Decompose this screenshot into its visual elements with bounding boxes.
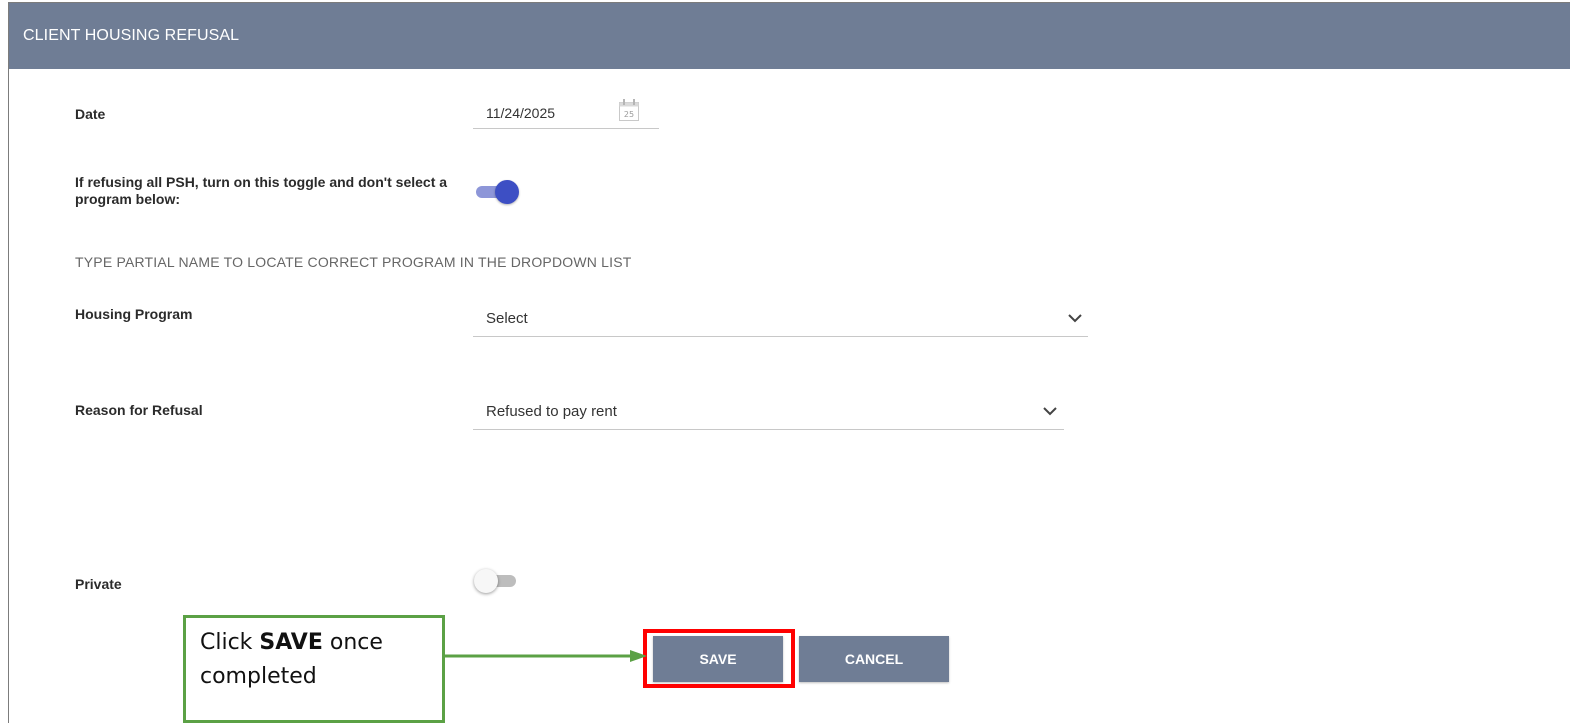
toggle-knob	[495, 180, 519, 204]
date-field[interactable]: 11/24/2025 25	[473, 92, 659, 129]
toggle-knob	[474, 569, 498, 593]
date-label: Date	[75, 106, 106, 122]
housing-program-label: Housing Program	[75, 306, 193, 322]
save-highlight-box	[643, 629, 795, 688]
calendar-icon[interactable]: 25	[618, 98, 640, 122]
private-label: Private	[75, 576, 122, 592]
page-header: CLIENT HOUSING REFUSAL	[9, 3, 1570, 69]
cancel-button[interactable]: CANCEL	[799, 636, 949, 682]
housing-program-value: Select	[486, 310, 528, 327]
callout-arrow	[444, 650, 647, 662]
chevron-down-icon[interactable]	[1042, 405, 1058, 417]
callout-text-pre: Click	[200, 630, 260, 655]
callout-text-bold: SAVE	[259, 630, 323, 655]
reason-label: Reason for Refusal	[75, 402, 203, 418]
instruction-callout: Click SAVE once completed	[183, 615, 445, 723]
reason-select[interactable]: Refused to pay rent	[473, 391, 1064, 430]
psh-toggle[interactable]	[474, 180, 519, 204]
chevron-down-icon[interactable]	[1067, 312, 1083, 324]
psh-toggle-label: If refusing all PSH, turn on this toggle…	[75, 174, 448, 207]
private-toggle[interactable]	[474, 569, 518, 593]
housing-program-select[interactable]: Select	[473, 298, 1088, 337]
calendar-day: 25	[624, 110, 634, 119]
reason-value: Refused to pay rent	[486, 403, 617, 420]
date-value[interactable]: 11/24/2025	[486, 105, 555, 121]
page-title: CLIENT HOUSING REFUSAL	[23, 27, 240, 44]
program-search-hint: TYPE PARTIAL NAME TO LOCATE CORRECT PROG…	[75, 254, 632, 270]
